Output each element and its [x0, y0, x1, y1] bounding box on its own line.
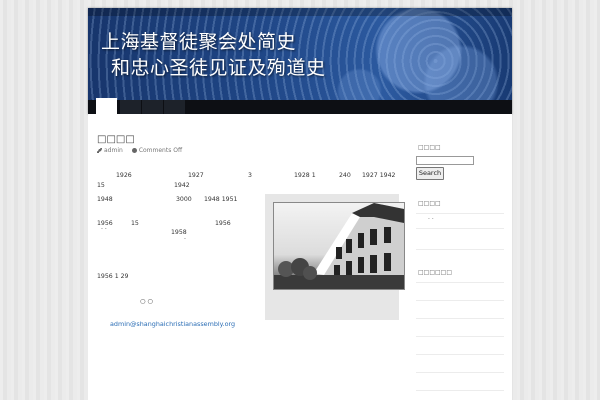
site-title-line-1[interactable]: 上海基督徒聚会处简史 — [101, 27, 296, 54]
nav-tab-4[interactable] — [164, 100, 185, 114]
church-building-photo[interactable] — [273, 202, 405, 290]
post-text: 1956 — [215, 220, 231, 227]
post-text: 15 — [131, 220, 139, 227]
contact-email-link[interactable]: admin@shanghaichristianassembly.org — [110, 320, 235, 328]
sidebar-search-heading: □□□□ — [418, 144, 441, 151]
post-comments: Comments Off — [138, 147, 183, 154]
sidebar-divider — [416, 282, 504, 283]
sidebar-divider — [416, 354, 504, 355]
sidebar-divider — [416, 213, 504, 214]
post-text: 1956 1 29 — [97, 273, 129, 280]
sidebar-list-item[interactable]: · · — [428, 216, 434, 223]
nav-tab-2[interactable] — [120, 100, 141, 114]
post-text: 15 — [97, 182, 105, 189]
post-text: ○ ○ — [140, 298, 153, 305]
post-text: 3000 — [176, 196, 192, 203]
content-panel: □□□□ admin Comments Off 1926 1927 3 1928 … — [88, 114, 512, 400]
post-text: 240 — [339, 172, 351, 179]
post-author[interactable]: admin — [104, 147, 123, 154]
post-text: · · — [101, 226, 107, 233]
sidebar-divider — [416, 390, 504, 391]
post-text: 1948 1951 — [204, 196, 238, 203]
sidebar-divider — [416, 372, 504, 373]
nav-tab-3[interactable] — [142, 100, 163, 114]
comment-icon — [131, 148, 137, 153]
post-text: 1942 — [174, 182, 190, 189]
sidebar-section-3-heading: □□□□□□ — [418, 269, 453, 276]
sidebar-section-2-heading: □□□□ — [418, 200, 441, 207]
site-header-banner: 上海基督徒聚会处简史 和忠心圣徒见证及殉道史 — [88, 8, 512, 114]
post-text: 1927 1942 — [362, 172, 396, 179]
sidebar-divider — [416, 249, 504, 250]
search-input[interactable] — [416, 156, 474, 165]
post-text: 1958 — [171, 229, 187, 236]
post-text: 1927 — [188, 172, 204, 179]
sidebar-divider — [416, 300, 504, 301]
site-title-line-2[interactable]: 和忠心圣徒见证及殉道史 — [111, 53, 326, 80]
nav-tab-home[interactable] — [96, 98, 117, 114]
sidebar-divider — [416, 336, 504, 337]
post-title[interactable]: □□□□ — [97, 134, 135, 145]
main-navigation — [88, 98, 512, 114]
post-meta: admin Comments Off — [97, 147, 182, 154]
post-text: 1928 1 — [294, 172, 316, 179]
building-illustration — [274, 203, 404, 289]
sidebar-divider — [416, 318, 504, 319]
page-wrapper: 上海基督徒聚会处简史 和忠心圣徒见证及殉道史 □□□□ admin Comment… — [88, 8, 512, 400]
search-button[interactable]: Search — [416, 167, 444, 180]
pencil-icon — [97, 148, 102, 153]
sidebar-divider — [416, 228, 504, 229]
post-text: 1948 — [97, 196, 113, 203]
post-text: · — [184, 236, 186, 243]
post-text: 3 — [248, 172, 252, 179]
post-text: 1926 — [116, 172, 132, 179]
